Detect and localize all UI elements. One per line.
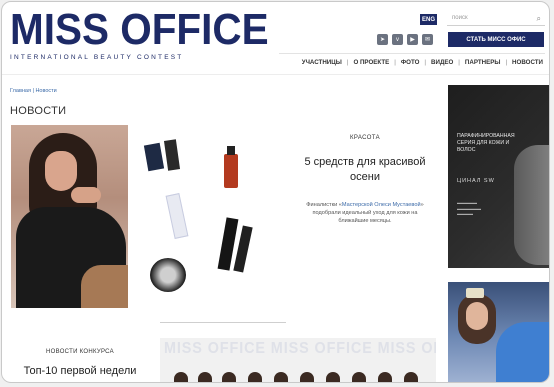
contest-news-label[interactable]: НОВОСТИ КОНКУРСА xyxy=(10,349,150,355)
page-title: НОВОСТИ xyxy=(10,105,67,117)
nav-item-participants[interactable]: УЧАСТНИЦЫ xyxy=(302,59,342,66)
vk-icon[interactable]: v xyxy=(392,34,403,45)
social-links: ➤ v ▶ ✉ xyxy=(377,34,433,45)
language-switch[interactable]: ENG xyxy=(420,14,437,25)
breadcrumb-current: Новости xyxy=(35,88,57,94)
news-photo-woman[interactable] xyxy=(11,125,128,308)
telegram-icon[interactable]: ➤ xyxy=(377,34,388,45)
email-icon[interactable]: ✉ xyxy=(422,34,433,45)
article-category[interactable]: КРАСОТА xyxy=(292,135,438,141)
nav-item-news[interactable]: НОВОСТИ xyxy=(512,59,543,66)
article-link[interactable]: Мастерской Олеси Мустаевой xyxy=(342,202,421,208)
search-icon[interactable]: ⌕ xyxy=(537,14,541,24)
content-divider xyxy=(160,322,286,323)
become-miss-office-button[interactable]: СТАТЬ МИСС ОФИС xyxy=(448,32,544,47)
nav-divider xyxy=(279,53,545,54)
ad-banner-text: ПАРАФИНИРОВАННАЯ СЕРИЯ ДЛЯ КОЖИ И ВОЛОС xyxy=(457,133,515,153)
site-logo[interactable]: MISS OFFICE INTERNATIONAL BEAUTY CONTEST xyxy=(10,5,269,62)
search-placeholder: поиск xyxy=(452,15,468,21)
main-nav: УЧАСТНИЦЫ | О ПРОЕКТЕ | ФОТО | ВИДЕО | ПАРТН… xyxy=(301,59,543,66)
nav-item-photo[interactable]: ФОТО xyxy=(401,59,420,66)
nav-item-about[interactable]: О ПРОЕКТЕ xyxy=(353,59,389,66)
breadcrumb-home[interactable]: Главная xyxy=(10,88,31,94)
ad-banner-winner-photo[interactable] xyxy=(448,282,549,382)
nav-item-video[interactable]: ВИДЕО xyxy=(431,59,453,66)
nav-item-partners[interactable]: ПАРТНЕРЫ xyxy=(465,59,501,66)
browser-page: MISS OFFICE INTERNATIONAL BEAUTY CONTEST… xyxy=(1,1,550,383)
article-card[interactable]: КРАСОТА 5 средств для красивой осени Фин… xyxy=(292,126,438,308)
header-divider xyxy=(2,74,549,75)
rutube-icon[interactable]: ▶ xyxy=(407,34,418,45)
logo-wordmark: MISS OFFICE xyxy=(10,5,269,54)
article-image-products[interactable] xyxy=(140,126,284,308)
contest-news-title[interactable]: Топ-10 первой недели голосования xyxy=(10,364,150,382)
search-input[interactable]: поиск ⌕ xyxy=(447,12,545,26)
ad-banner-brand: ЦИНАЛ SW xyxy=(457,178,495,184)
contest-banner-image[interactable]: MISS OFFICE MISS OFFICE MISS OFFICE xyxy=(160,338,436,382)
ad-banner-fineprint: ▬▬▬▬▬ ▬▬▬▬▬▬ ▬▬▬▬ xyxy=(457,200,481,216)
logo-tagline: INTERNATIONAL BEAUTY CONTEST xyxy=(10,54,184,61)
article-description: Финалистки «Мастерской Олеси Мустаевой» … xyxy=(306,202,424,224)
article-title[interactable]: 5 средств для красивой осени xyxy=(292,155,438,185)
breadcrumb: Главная | Новости xyxy=(10,88,57,94)
ad-banner-cosmetics[interactable]: ПАРАФИНИРОВАННАЯ СЕРИЯ ДЛЯ КОЖИ И ВОЛОС … xyxy=(448,85,549,268)
banner-watermark: MISS OFFICE MISS OFFICE MISS OFFICE xyxy=(164,340,436,357)
